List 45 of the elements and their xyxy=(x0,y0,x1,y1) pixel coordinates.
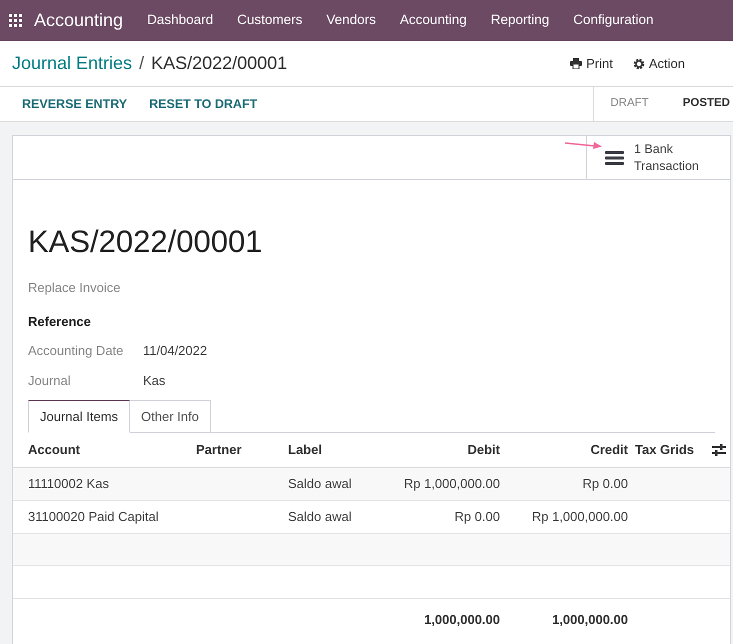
printer-icon xyxy=(570,58,582,69)
arrow-drawing xyxy=(565,140,603,150)
field-value: 11/04/2022 xyxy=(143,342,208,360)
reverse-entry-button[interactable]: REVERSE ENTRY xyxy=(11,87,138,121)
entry-subtitle: Replace Invoice xyxy=(28,279,122,297)
print-button[interactable]: Print xyxy=(570,54,613,74)
nav-menu-item[interactable]: Configuration xyxy=(561,10,666,31)
reset-to-draft-button[interactable]: RESET TO DRAFT xyxy=(138,87,268,121)
breadcrumb-separator: / xyxy=(139,52,144,75)
field-label: Journal xyxy=(28,372,72,390)
table-cell-text: Saldo awal xyxy=(288,508,353,526)
bank-transaction-button[interactable]: 1 Bank Transaction xyxy=(587,136,730,179)
nav-menu-item[interactable]: Customers xyxy=(225,10,314,31)
table-cell-text: 31100020 Paid Capital xyxy=(27,508,160,526)
entry-title: KAS/2022/00001 xyxy=(28,223,264,261)
breadcrumb-link[interactable]: Journal Entries xyxy=(12,50,132,77)
smart-button-label: Transaction xyxy=(634,158,699,174)
field-value: Kas xyxy=(143,372,166,390)
status-step[interactable]: POSTED xyxy=(664,87,733,121)
field-label: Accounting Date xyxy=(28,342,124,360)
credit-total: 1,000,000.00 xyxy=(551,611,628,630)
action-button[interactable]: Action xyxy=(632,54,685,74)
form-tab[interactable]: Other Info xyxy=(130,400,211,433)
table-cell-text: Rp 0.00 xyxy=(453,508,500,526)
table-cell-text: Rp 1,000,000.00 xyxy=(402,475,500,494)
smart-button-count: 1 Bank xyxy=(634,140,674,158)
table-row[interactable]: 11110002 Kas Saldo awal Rp 1,000,000.00 Rp 0.00 xyxy=(13,468,730,501)
debit-total: 1,000,000.00 xyxy=(423,611,500,630)
app-name[interactable]: Accounting xyxy=(34,7,124,34)
reference-label: Reference xyxy=(28,312,92,330)
sliders-icon[interactable] xyxy=(712,444,726,456)
gear-icon xyxy=(632,58,645,70)
nav-menu-item[interactable]: Vendors xyxy=(314,10,388,31)
form-tab[interactable]: Journal Items xyxy=(28,400,130,433)
breadcrumb-current: KAS/2022/00001 xyxy=(151,52,288,75)
apps-grid-icon[interactable] xyxy=(9,14,22,27)
table-cell-text: 11110002 Kas xyxy=(27,475,110,494)
nav-menu-item[interactable]: Accounting xyxy=(388,10,479,31)
nav-menu-item[interactable]: Dashboard xyxy=(135,10,226,31)
table-cell-text: Saldo awal xyxy=(288,475,353,494)
table-cell-text: Rp 1,000,000.00 xyxy=(530,508,628,526)
nav-menu-item[interactable]: Reporting xyxy=(478,10,562,31)
list-icon xyxy=(605,150,624,166)
status-step[interactable]: DRAFT xyxy=(594,87,665,121)
table-cell-text: Rp 0.00 xyxy=(581,475,628,494)
